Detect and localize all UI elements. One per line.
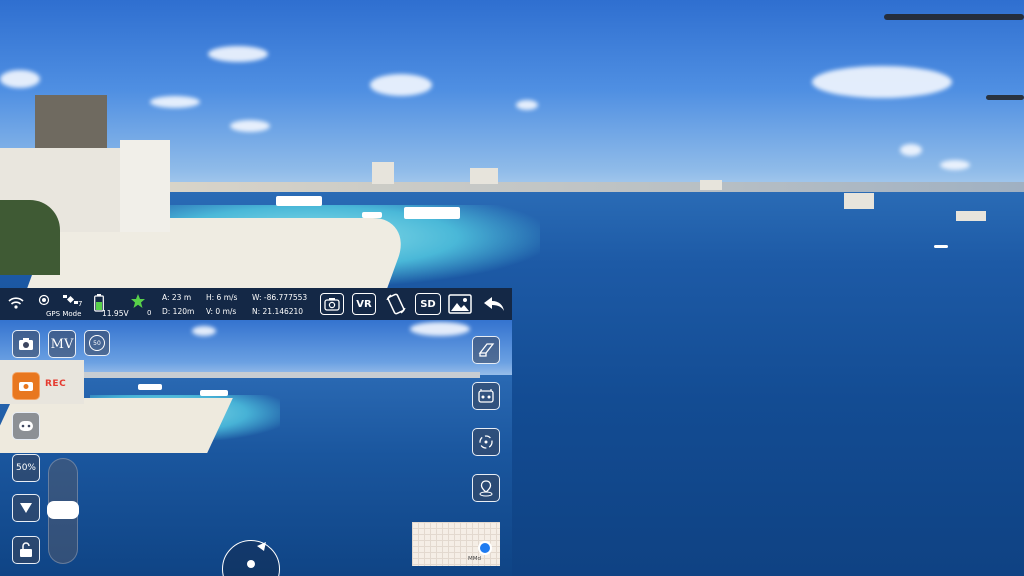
star-icon [131,294,145,308]
wifi-icon [8,297,24,309]
photo-mode-button[interactable] [12,330,40,358]
cloud [410,322,470,336]
timer-button[interactable]: 50 [84,330,110,356]
zoom-button[interactable]: 50% [12,454,40,482]
video-camera-icon [19,382,33,391]
vr-mode-button[interactable]: VR [352,293,376,315]
gallery-button[interactable] [448,294,472,314]
orbit-icon [479,435,493,449]
cloud [812,66,952,98]
location-pin-icon [479,480,493,497]
timer-label: 50 [93,339,101,347]
down-triangle-icon [20,503,32,513]
gps-mode-label: GPS Mode [46,310,82,318]
propeller-blade [986,95,1024,100]
palm-trees [0,200,60,275]
building [956,211,986,221]
cloud [516,100,538,110]
gps-follow-button[interactable] [472,474,500,502]
telemetry-status-bar: GPS Mode 7 11.95V 0 A: 23 m D: 120m H: 6… [0,288,512,320]
gallery-icon [448,294,472,314]
signal-value: 0 [147,309,152,317]
propeller-blade [884,14,1024,20]
building [844,193,874,209]
preview-ship [138,384,162,390]
longitude-readout: W: -86.777553 [252,293,308,302]
gimbal-button[interactable] [12,412,40,440]
preview-shoreline [80,372,480,378]
building [372,162,394,184]
video-record-button[interactable] [12,372,40,400]
satellite-count: 7 [78,300,83,308]
satellite-icon [63,295,78,304]
cloud [150,96,200,108]
construction-tower [35,95,107,155]
cloud [940,160,970,170]
compass-arrow-icon [247,542,266,568]
camera-control-panel: GPS Mode 7 11.95V 0 A: 23 m D: 120m H: 6… [0,288,512,576]
gimbal-icon [19,421,33,431]
orbit-mode-button[interactable] [472,428,500,456]
cloud [192,326,216,336]
mv-label: MV [50,336,74,352]
far-shoreline [170,182,1024,192]
building [700,180,722,190]
hotel-building [120,140,170,232]
mv-mode-button[interactable]: MV [48,330,76,358]
headless-mode-button[interactable] [472,336,500,364]
current-location-dot [478,541,492,555]
altitude-readout: A: 23 m [162,293,192,302]
ferry-ship [276,196,322,206]
distance-readout: D: 120m [162,307,195,316]
camera-switch-button[interactable] [320,293,344,315]
cloud [900,144,922,156]
throttle-slider-thumb[interactable] [47,501,79,519]
gps-icon [38,294,50,306]
back-arrow-icon [484,297,504,311]
lock-button[interactable] [12,536,40,564]
minimap-label: MMd [468,556,481,562]
rotate-phone-icon [386,293,406,315]
back-button[interactable] [482,294,506,314]
remote-controller-button[interactable] [472,382,500,410]
latitude-readout: N: 21.146210 [252,307,304,316]
vertical-speed-readout: V: 0 m/s [206,307,237,316]
building [470,168,498,184]
sailboat [362,212,382,218]
rotate-phone-button[interactable] [385,292,407,316]
battery-voltage: 11.95V [102,309,129,318]
compass-dial[interactable] [222,540,280,576]
zoom-label: 50% [15,463,36,473]
unlock-icon [20,542,32,557]
cloud [230,120,270,132]
cloud [0,70,40,88]
camera-icon [19,338,33,350]
cloud [370,74,432,96]
headless-mode-icon [478,343,495,357]
sd-card-button[interactable]: SD [415,293,441,315]
rec-indicator: REC [45,379,67,389]
speedboat [934,245,948,248]
cloud [208,46,268,62]
ferry-ship [404,207,460,219]
controller-icon [478,389,494,403]
vr-icon: VR [356,298,372,310]
camera-switch-icon [324,298,340,311]
sd-card-icon: SD [420,298,436,310]
horizontal-speed-readout: H: 6 m/s [206,293,238,302]
descend-button[interactable] [12,494,40,522]
preview-ship [200,390,228,396]
